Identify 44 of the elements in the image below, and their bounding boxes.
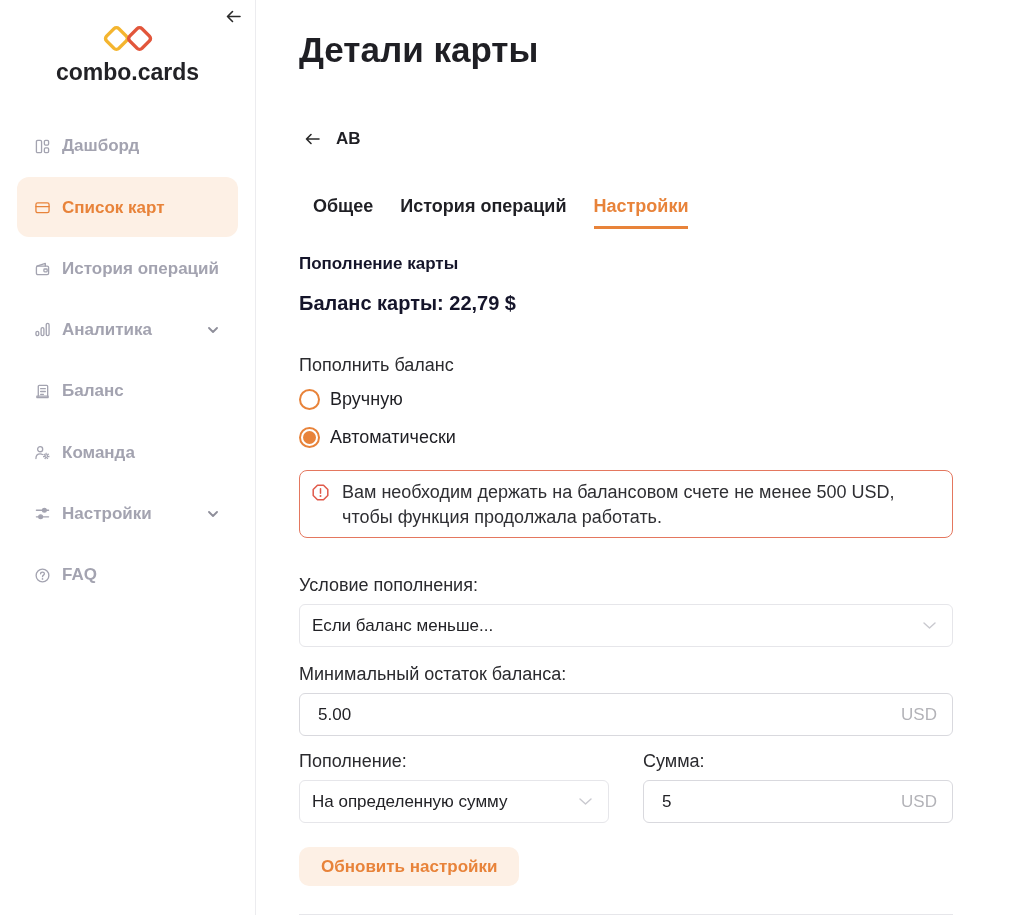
select-field[interactable]: Если баланс меньше...: [299, 604, 953, 647]
field-label: Минимальный остаток баланса:: [299, 663, 568, 685]
tab[interactable]: Настройки: [593, 194, 689, 229]
field-label: Условие пополнения:: [299, 574, 479, 596]
user-gear-icon: [35, 445, 50, 460]
nav-item[interactable]: FAQ: [17, 545, 238, 606]
grid-icon: [35, 138, 50, 154]
update-settings-button[interactable]: Обновить настройки: [299, 847, 520, 886]
unit-label: USD: [901, 791, 937, 812]
nav-item[interactable]: Аналитика: [17, 299, 238, 360]
field-label: Пополнение:: [299, 750, 408, 772]
nav-item[interactable]: Команда: [17, 422, 238, 483]
nav-item[interactable]: История операций: [17, 238, 238, 299]
chevron-down-icon: [579, 798, 592, 805]
select-field[interactable]: На определенную сумму: [299, 780, 609, 823]
alert-icon: [312, 484, 329, 501]
wallet-icon: [35, 261, 50, 277]
receipt-icon: [35, 383, 50, 399]
tab[interactable]: История операций: [400, 194, 567, 229]
unit-label: USD: [901, 704, 937, 725]
nav-item[interactable]: Баланс: [17, 361, 238, 422]
back-link[interactable]: AB: [299, 127, 361, 151]
nav-item[interactable]: Дашборд: [17, 116, 238, 176]
arrow-left-icon: [305, 133, 320, 145]
help-icon: [35, 567, 50, 583]
chevron-down-icon: [923, 622, 936, 629]
page-title: Детали карты: [299, 30, 540, 70]
sliders-icon: [35, 506, 50, 522]
arrow-left-icon[interactable]: [226, 10, 241, 23]
radio-label: Автоматически: [330, 426, 456, 448]
field-label: Пополнить баланс: [299, 354, 455, 376]
section-heading: Пополнение карты: [299, 253, 460, 275]
card-balance: Баланс карты: 22,79 $: [299, 291, 517, 316]
nav-item[interactable]: Настройки: [17, 483, 238, 544]
radio-label: Вручную: [330, 388, 403, 410]
alert-text: Вам необходим держать на балансовом счете не менее 500 USD, чтобы функция продолжала работать.: [342, 481, 896, 529]
radio-button[interactable]: [299, 388, 320, 410]
brand-name: combo.cards: [55, 58, 200, 87]
field-label: Сумма:: [643, 750, 706, 772]
bar-chart-icon: [35, 322, 50, 338]
tab[interactable]: Общее: [313, 194, 374, 229]
radio-button[interactable]: [299, 426, 320, 448]
credit-card-icon: [35, 199, 50, 215]
nav-item[interactable]: Список карт: [17, 177, 238, 238]
